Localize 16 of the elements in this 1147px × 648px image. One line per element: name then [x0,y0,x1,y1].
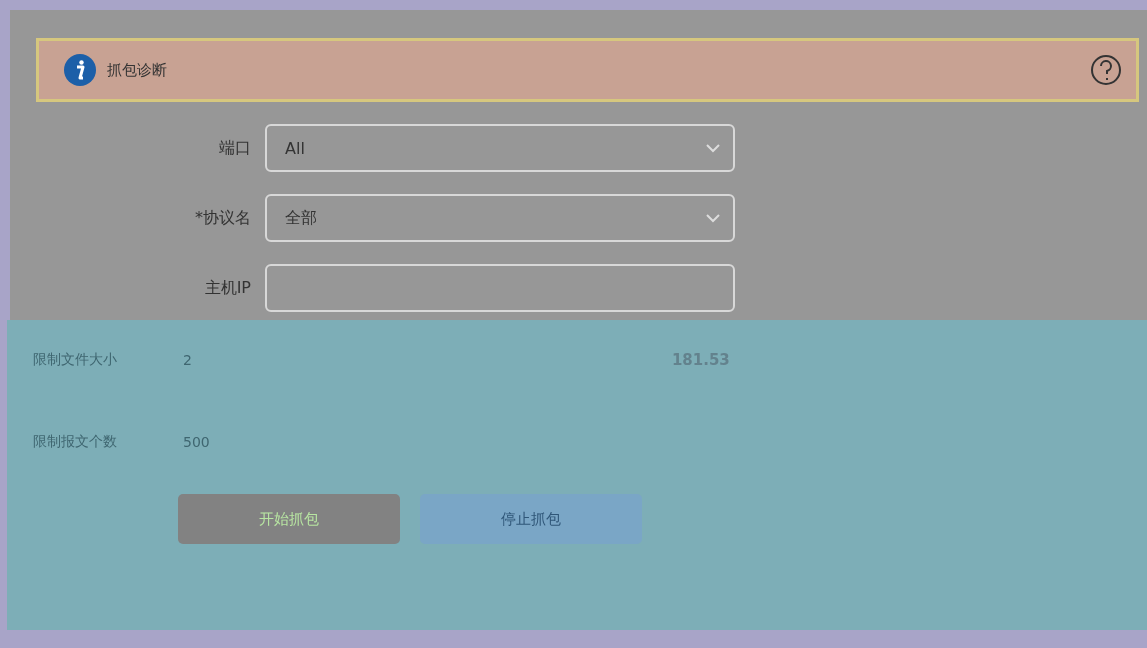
field-label: 主机IP [203,277,252,299]
action-button[interactable]: 开始抓包 [178,494,400,544]
info-icon [63,53,97,87]
field-label: 端口 [218,137,252,159]
input-field[interactable] [265,264,735,312]
dropdown-field[interactable]: 全部 [265,194,735,242]
field-label: *协议名 [194,207,252,229]
limit-label: 限制报文个数 [33,433,118,451]
dropdown-field[interactable]: All [265,124,735,172]
chevron-down-icon [705,213,721,223]
limit-label: 限制文件大小 [33,351,118,369]
limit-value: 2 [183,352,192,368]
help-icon[interactable] [1090,54,1122,86]
header-title: 抓包诊断 [107,60,168,80]
limit-value: 500 [183,434,210,450]
chevron-down-icon [705,143,721,153]
